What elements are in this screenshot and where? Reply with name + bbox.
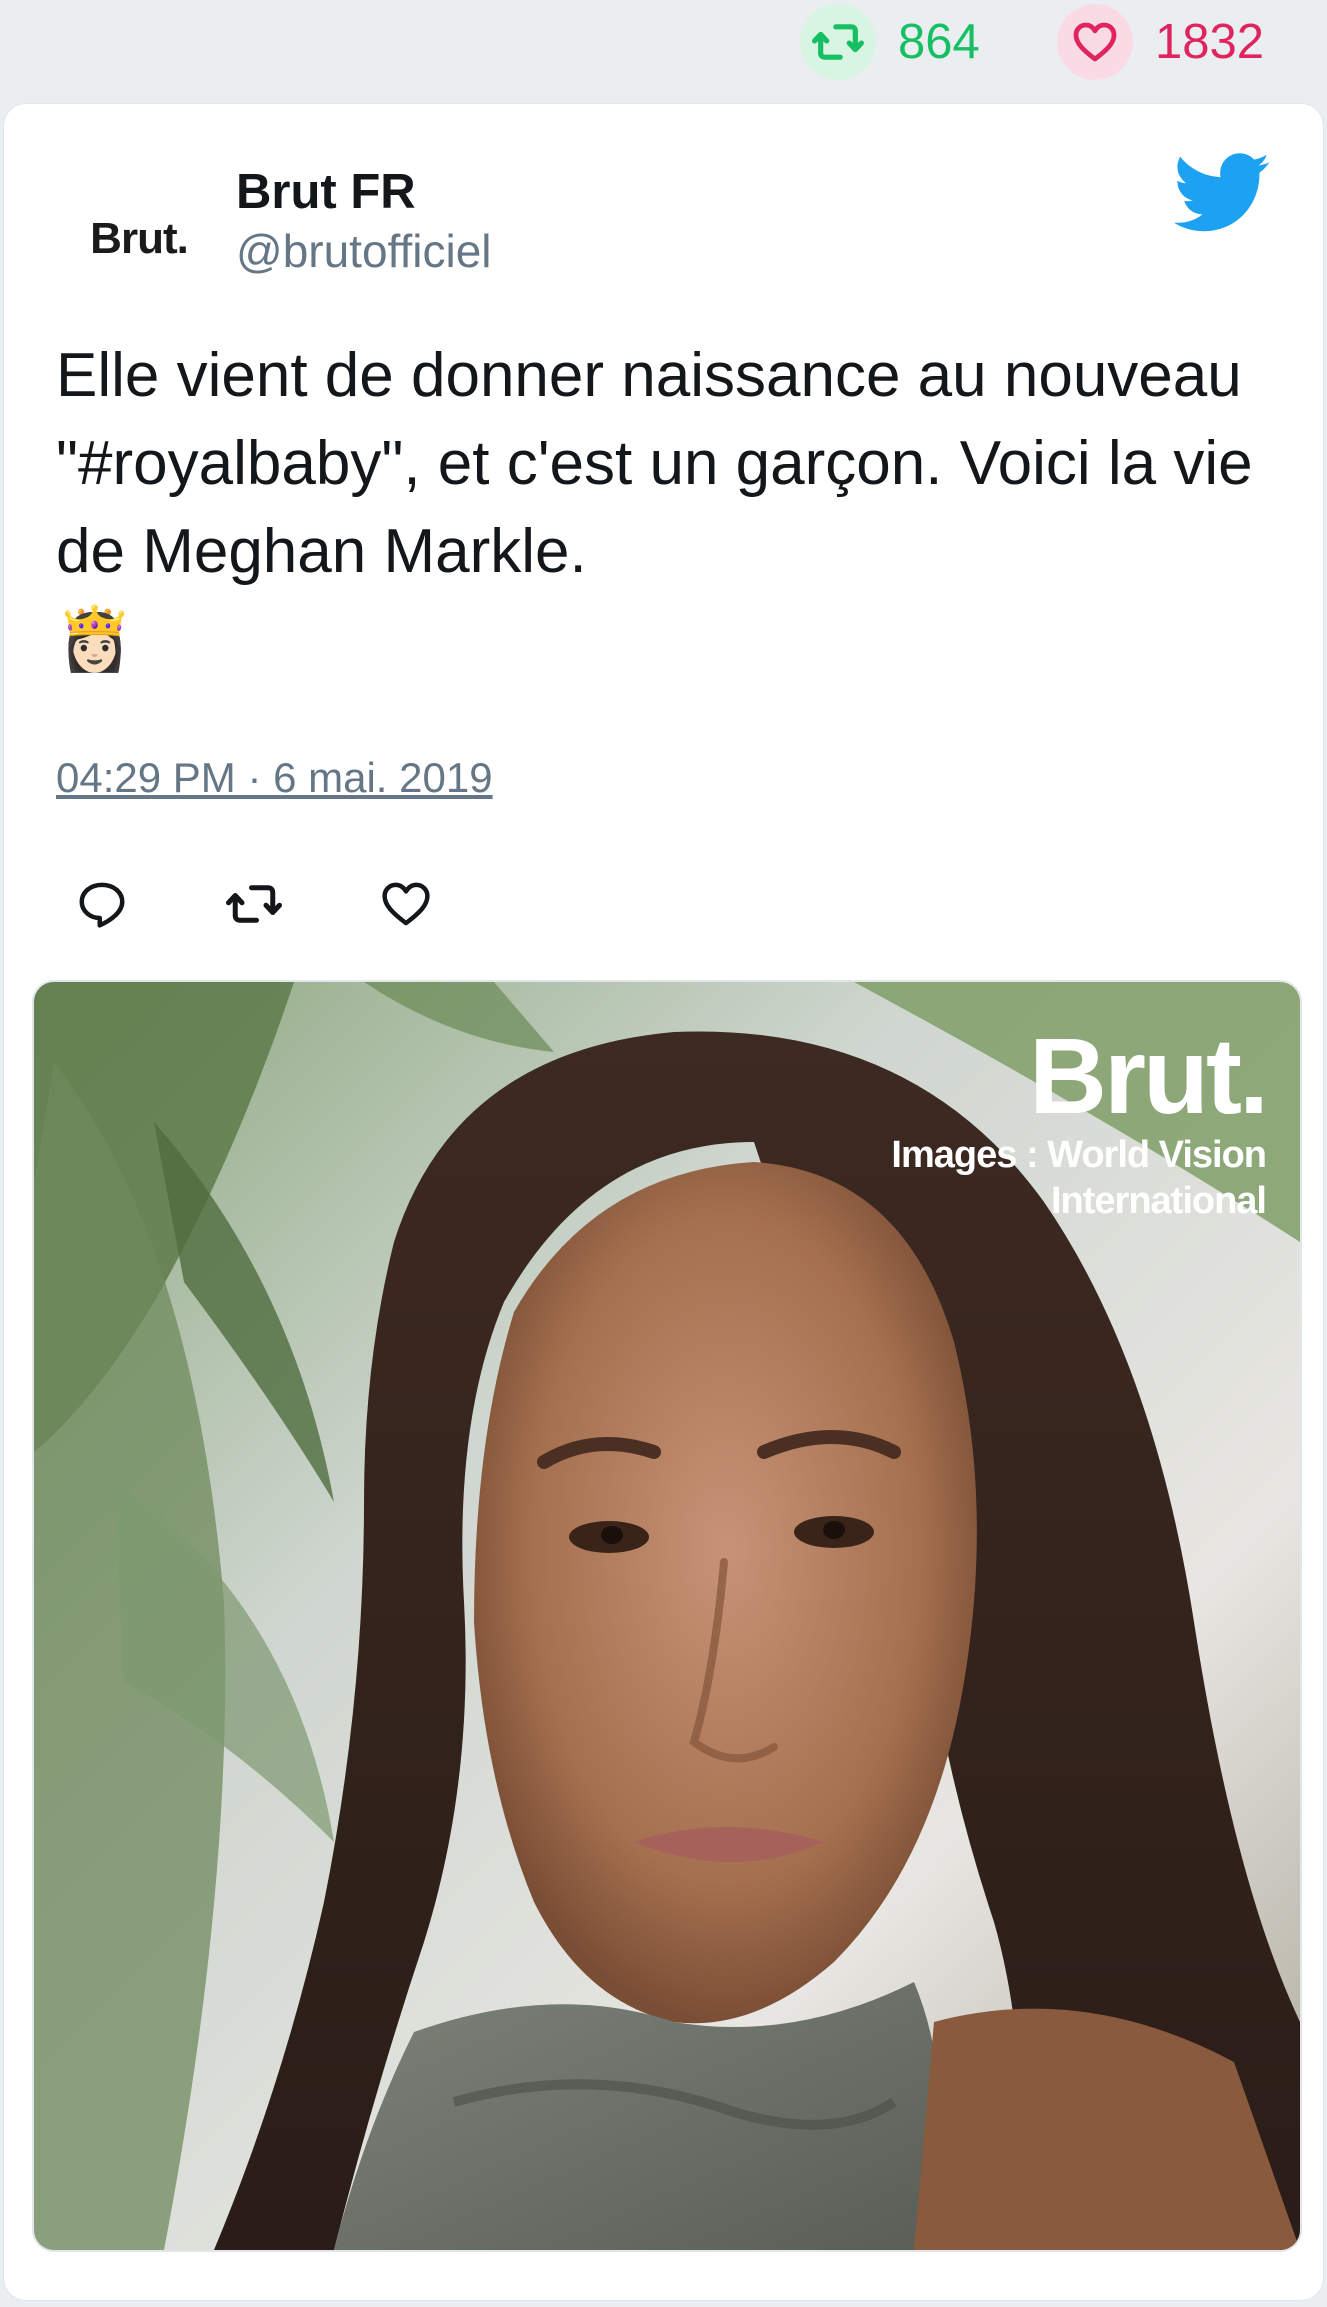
retweet-icon	[800, 4, 876, 80]
author-handle[interactable]: @brutofficiel	[236, 224, 492, 278]
tweet-text: Elle vient de donner naissance au nouvea…	[56, 332, 1256, 684]
tweet-timestamp[interactable]: 04:29 PM · 6 mai. 2019	[56, 754, 493, 802]
watermark-brand: Brut.	[1029, 1015, 1269, 1136]
like-action-icon[interactable]	[376, 874, 436, 934]
tweet-body: Elle vient de donner naissance au nouvea…	[56, 341, 1253, 586]
avatar-logo-text: Brut.	[90, 214, 189, 263]
princess-emoji: 👸🏻	[56, 605, 134, 674]
heart-icon	[1057, 4, 1133, 80]
reply-icon[interactable]	[72, 874, 132, 934]
retweet-count: 864	[898, 15, 980, 69]
watermark-credit-line1: Images : World Vision	[891, 1134, 1267, 1176]
watermark-credit-line2: International	[1050, 1180, 1267, 1222]
author-display-name[interactable]: Brut FR	[236, 164, 416, 220]
brut-watermark: Brut. Images : World Vision Internationa…	[891, 1015, 1269, 1224]
like-count-stat[interactable]: 1832	[1057, 0, 1264, 84]
engagement-stats-bar: 864 1832	[0, 0, 1327, 90]
retweet-count-stat[interactable]: 864	[800, 0, 980, 84]
tweet-actions	[72, 874, 528, 934]
retweet-action-icon[interactable]	[224, 874, 284, 934]
tweet-media-image[interactable]: Brut. Images : World Vision Internationa…	[32, 980, 1302, 2252]
avatar[interactable]: Brut.	[64, 164, 214, 314]
like-count: 1832	[1155, 15, 1265, 69]
twitter-bird-icon[interactable]	[1173, 144, 1271, 240]
tweet-card[interactable]: Brut. Brut FR @brutofficiel Elle vient d…	[4, 104, 1323, 2300]
